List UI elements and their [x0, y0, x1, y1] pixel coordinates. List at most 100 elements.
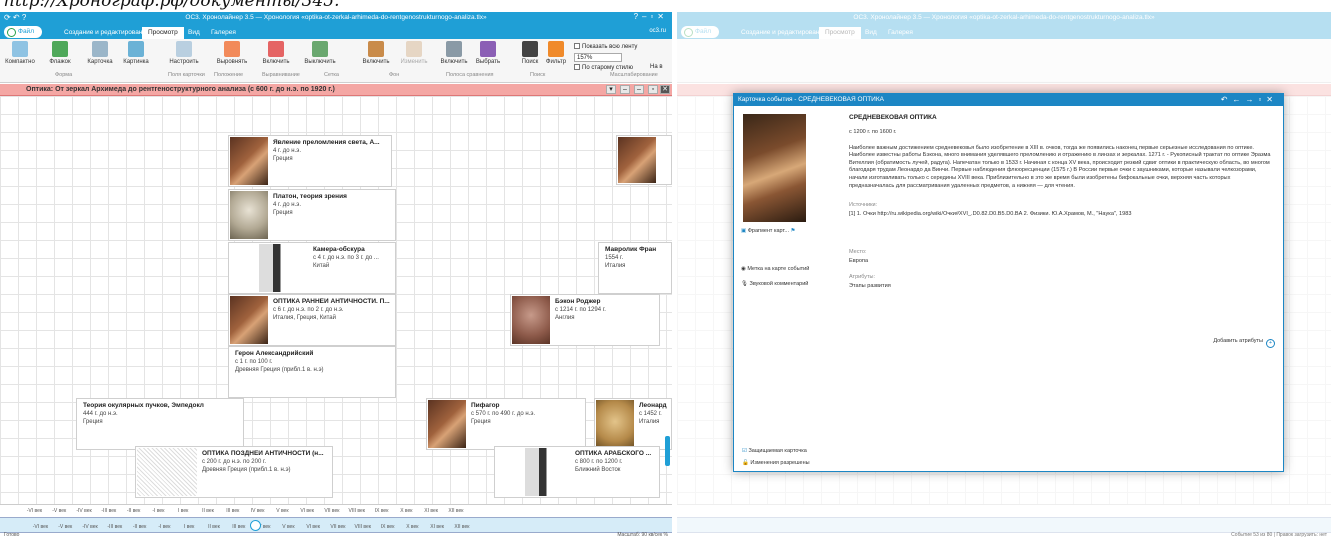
tab-create-edit[interactable]: Создание и редактирование	[58, 27, 156, 39]
event-card[interactable]: Мавролик Фран 1554 г. Италия	[598, 242, 672, 294]
restore-icon[interactable]: ▫	[648, 85, 658, 94]
event-dates: с 1200 г. по 1600 г.	[849, 129, 897, 135]
to-label: На в	[650, 64, 663, 70]
align-button[interactable]: Выровнять	[212, 41, 252, 65]
zoom-select[interactable]: 157%	[574, 53, 622, 62]
flag-button[interactable]: Флажок	[40, 41, 80, 65]
show-all-ribbon-checkbox[interactable]: Показать всю ленту	[574, 43, 637, 50]
event-card[interactable]: Бэкон Роджер с 1214 г. по 1294 г. Англия	[510, 294, 660, 346]
card-image	[596, 400, 634, 448]
filter-button[interactable]: Фильтр	[536, 41, 576, 65]
card-place: Греция	[471, 419, 491, 425]
map-mark-link[interactable]: ◉ Метка на карте событий	[741, 266, 809, 272]
timeline-overview[interactable]: -VI век -V век -IV век -III век -II век -I ве…	[0, 517, 672, 533]
grid-disable-button[interactable]: Выключить	[300, 41, 340, 65]
compact-button[interactable]: Компактно	[0, 41, 40, 65]
card-date: с 570 г. по 490 г. до н.э.	[471, 411, 536, 417]
card-icon	[92, 41, 108, 57]
checkbox-icon	[574, 43, 580, 49]
card-title: Мавролик Фран	[605, 246, 657, 253]
card-place: Ближний Восток	[575, 467, 621, 473]
protected-checkbox[interactable]: ☑ Защищаемая карточка	[742, 448, 807, 454]
group-form: Форма	[55, 72, 73, 78]
grid-disable-icon	[312, 41, 328, 57]
group-grid: Сетка	[324, 72, 339, 78]
card-button[interactable]: Карточка	[80, 41, 120, 65]
event-card-partial[interactable]	[616, 135, 672, 185]
event-image	[743, 114, 806, 222]
site-link[interactable]: oc3.ru	[649, 28, 666, 34]
old-style-checkbox[interactable]: По старому стилю	[574, 64, 633, 71]
card-date: 4 г. до н.э.	[273, 148, 302, 154]
tab-view[interactable]: Просмотр	[142, 27, 184, 39]
event-card[interactable]: Явление преломления света, А... 4 г. до н…	[228, 135, 392, 187]
event-card[interactable]: Платон, теория зрения 4 г. до н.э. Греция	[228, 189, 396, 241]
tab-appearance[interactable]: Вид	[182, 27, 206, 39]
event-card[interactable]: Герон Александрийский с 1 г. по 100 г. Дре…	[228, 346, 396, 398]
filter-icon[interactable]: ▾	[606, 85, 616, 94]
timeline-canvas[interactable]: Явление преломления света, А... 4 г. до н…	[0, 96, 672, 504]
compare-select-button[interactable]: Выбрать	[468, 41, 508, 65]
card-date: 4 г. до н.э.	[273, 202, 302, 208]
right-screenshot: ОС3. Хронолайнер 3.5 — Хронология «optik…	[677, 12, 1331, 538]
bg-enable-icon	[368, 41, 384, 57]
century-row: -VI век -V век -IV век -III век -II век -I ве…	[26, 508, 464, 514]
app-title: ОС3. Хронолайнер 3.5 — Хронология «optik…	[185, 14, 487, 21]
card-image	[230, 191, 268, 239]
event-card[interactable]: Камера-обскура с 4 г. до н.э. по 3 г. до …	[228, 242, 396, 294]
place-label: Место:	[849, 248, 867, 255]
changes-allowed: 🔓 Изменения разрешены	[742, 460, 810, 466]
card-image	[496, 448, 568, 496]
timeline-scale[interactable]: -VI век -V век -IV век -III век -II век -I ве…	[0, 504, 672, 538]
grid-enable-button[interactable]: Включить	[256, 41, 296, 65]
bg-enable-button[interactable]: Включить	[356, 41, 396, 65]
dialog-title: Карточка события - СРЕДНЕВЕКОВАЯ ОПТИКА	[734, 94, 1283, 106]
attributes-label: Атрибуты:	[849, 274, 875, 281]
compact-icon	[12, 41, 28, 57]
card-date: с 1 г. по 100 г.	[235, 359, 273, 365]
dialog-controls[interactable]: ↶←→▫✕	[1221, 95, 1278, 104]
vertical-scrollbar[interactable]	[665, 436, 670, 466]
timeline-handle[interactable]	[250, 520, 261, 531]
collapse-icon[interactable]: –	[620, 85, 630, 94]
card-image	[618, 137, 656, 183]
window-controls[interactable]: ?–▫✕	[634, 12, 668, 21]
configure-icon	[176, 41, 192, 57]
card-title: Явление преломления света, А...	[273, 139, 380, 146]
tab-file[interactable]: Файл	[4, 26, 42, 38]
card-title: ОПТИКА ПОЗДНЕЙ АНТИЧНОСТИ (н...	[202, 450, 324, 457]
group-search: Поиск	[530, 72, 546, 78]
align-icon	[224, 41, 240, 57]
tab-gallery[interactable]: Галерея	[205, 27, 242, 39]
event-card[interactable]: Леонард с 1452 г. Италия	[594, 398, 672, 450]
ribbon: Компактно Флажок Карточка Картинка Настр…	[0, 39, 672, 83]
overview-row: -VI век -V век -IV век -III век -II век -I ве…	[32, 524, 470, 530]
event-card[interactable]: ОПТИКА РАННЕЙ АНТИЧНОСТИ. П... с 6 г. до …	[228, 294, 396, 346]
card-place: Англия	[555, 315, 575, 321]
picture-button[interactable]: Картинка	[116, 41, 156, 65]
event-card[interactable]: Теория окулярных пучков, Эмпедокл 444 г. …	[76, 398, 244, 450]
source-item[interactable]: [1] 1. Очки http://ru.wikipedia.org/wiki…	[849, 211, 1274, 219]
close-icon[interactable]: ✕	[660, 85, 670, 94]
fragment-link[interactable]: ▣ Фрагмент карт... ⚑	[741, 228, 795, 234]
event-card[interactable]: Пифагор с 570 г. по 490 г. до н.э. Греция	[426, 398, 586, 450]
group-position: Положение	[214, 72, 244, 78]
card-date: с 1214 г. по 1294 г.	[555, 307, 606, 313]
card-title: Теория окулярных пучков, Эмпедокл	[83, 402, 204, 409]
add-attributes-button[interactable]: Добавить атрибуты +	[1213, 338, 1275, 348]
card-image	[137, 448, 197, 496]
event-card[interactable]: ОПТИКА АРАБСКОГО ... с 800 г. по 1200 г. Б…	[494, 446, 660, 498]
minimize-icon[interactable]: –	[634, 85, 644, 94]
bg-change-button[interactable]: Изменить	[394, 41, 434, 65]
checked-icon: ☑	[742, 448, 747, 454]
ribbon-tabs: Файл Создание и редактирование Просмотр …	[677, 25, 1331, 39]
card-place: Италия, Греция, Китай	[273, 315, 336, 321]
card-date: с 800 г. по 1200 г.	[575, 459, 623, 465]
card-place: Греция	[273, 210, 293, 216]
card-title: Леонард	[639, 402, 667, 409]
card-date: 1554 г.	[605, 255, 624, 261]
sound-comment-link[interactable]: 🎙 Звуковой комментарий	[741, 281, 808, 287]
configure-button[interactable]: Настроить	[164, 41, 204, 65]
status-ready: Готово	[4, 532, 20, 538]
event-card[interactable]: ОПТИКА ПОЗДНЕЙ АНТИЧНОСТИ (н... с 200 г. …	[135, 446, 333, 498]
